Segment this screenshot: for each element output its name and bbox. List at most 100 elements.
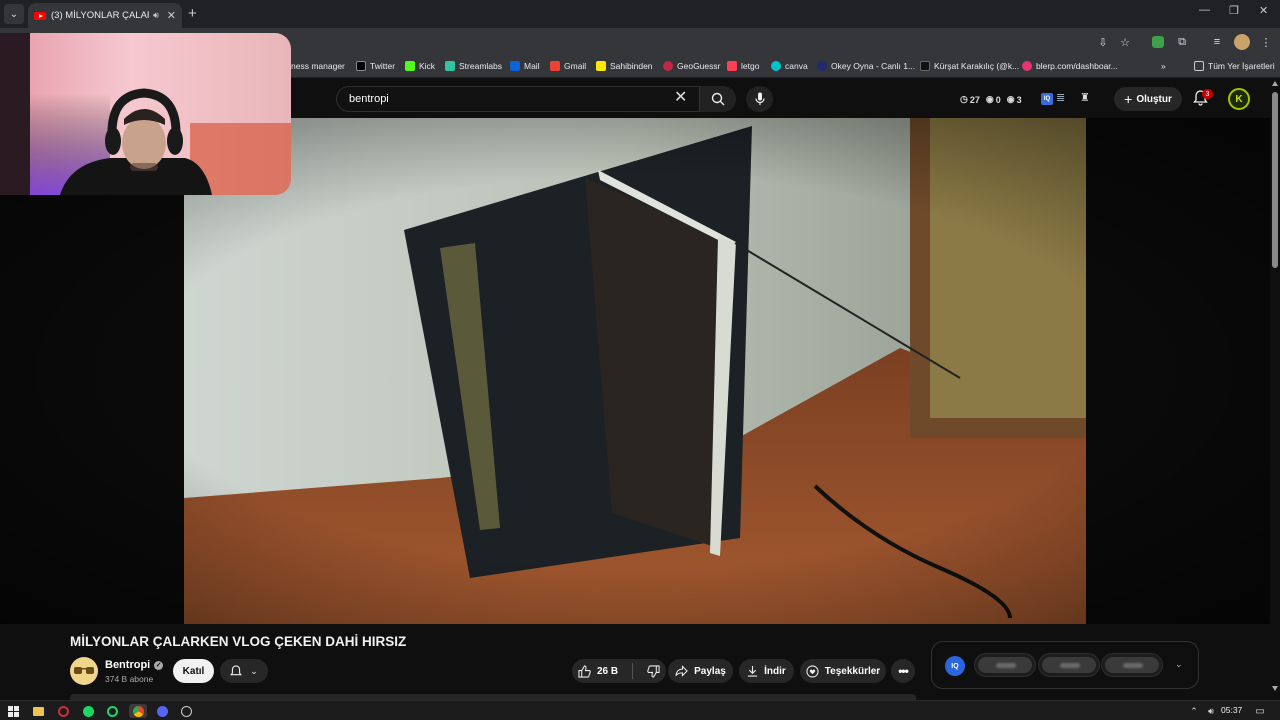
thanks-button[interactable]: Teşekkürler	[800, 659, 886, 683]
outlook-icon	[510, 61, 520, 71]
scroll-up-arrow-icon[interactable]	[1272, 81, 1278, 86]
media-control-icon[interactable]: ≡	[1209, 34, 1225, 50]
create-button[interactable]: + Oluştur	[1114, 87, 1182, 111]
taskbar-clock[interactable]: 05:37	[1221, 705, 1242, 715]
restore-icon[interactable]: ❐	[1229, 4, 1239, 17]
bookmark-item[interactable]: Mail	[510, 61, 540, 71]
okey-icon	[817, 61, 827, 71]
bookmark-item[interactable]: letgo	[727, 61, 759, 71]
whatsapp-icon[interactable]	[105, 704, 119, 718]
iq-extension-icon[interactable]: IQ	[1041, 93, 1053, 105]
youtube-favicon-icon	[34, 11, 46, 20]
bookmark-item[interactable]: Sahibinden	[596, 61, 653, 71]
obs-icon[interactable]	[179, 704, 193, 718]
notification-count-badge: 3	[1202, 89, 1213, 99]
bookmark-item[interactable]: GeoGuessr	[663, 61, 720, 71]
browser-tab-strip: ⌄ (3) MİLYONLAR ÇALARKEN 🔊︎ ✕ + — ❐ ✕	[0, 0, 1280, 28]
new-tab-button[interactable]: +	[188, 5, 197, 22]
active-tab[interactable]: (3) MİLYONLAR ÇALARKEN 🔊︎ ✕	[28, 3, 182, 28]
tab-title: (3) MİLYONLAR ÇALARKEN	[51, 10, 149, 21]
bookmark-item[interactable]: Gmail	[550, 61, 586, 71]
like-count: 26 B	[596, 665, 619, 677]
bookmark-item[interactable]: Kürşat Karakılıç (@k...	[920, 61, 1019, 71]
chrome-icon[interactable]	[129, 704, 147, 718]
join-button[interactable]: Katıl	[173, 659, 214, 683]
close-window-icon[interactable]: ✕	[1259, 4, 1268, 17]
file-explorer-icon[interactable]	[31, 704, 45, 718]
bookmark-item[interactable]: Streamlabs	[445, 61, 502, 71]
opera-icon[interactable]	[56, 704, 70, 718]
watch-stat: ◷ 27	[960, 94, 980, 105]
create-label: Oluştur	[1136, 93, 1172, 105]
sunglasses-logo-icon	[74, 667, 94, 674]
more-bookmarks-icon[interactable]: »	[1161, 61, 1166, 71]
channel-avatar[interactable]	[70, 657, 98, 685]
more-actions-button[interactable]: •••	[891, 659, 915, 683]
discord-icon[interactable]	[155, 704, 169, 718]
account-avatar[interactable]: K	[1228, 88, 1250, 110]
streamlabs-icon	[445, 61, 455, 71]
blurred-value	[1123, 663, 1143, 668]
kick-icon	[405, 61, 415, 71]
sahibinden-icon	[596, 61, 606, 71]
bookmark-item[interactable]: blerp.com/dashboar...	[1022, 61, 1118, 71]
scrollbar-thumb[interactable]	[1272, 92, 1278, 268]
bookmark-item[interactable]: Twitter	[356, 61, 395, 71]
search-input[interactable]: bentropi	[336, 86, 700, 112]
divider	[632, 663, 634, 679]
bookmark-star-icon[interactable]: ☆	[1117, 34, 1133, 50]
search-button[interactable]	[700, 86, 736, 112]
bookmark-item[interactable]: canva	[771, 61, 808, 71]
tray-overflow-icon[interactable]: ⌃	[1187, 704, 1201, 718]
plus-icon: +	[1124, 91, 1133, 107]
chevron-down-icon: ⌄	[250, 665, 258, 676]
download-button[interactable]: İndir	[739, 659, 794, 683]
speaker-icon[interactable]: 🔊︎	[153, 10, 159, 21]
bell-icon	[230, 664, 243, 675]
minimize-icon[interactable]: —	[1199, 4, 1210, 16]
spotify-icon[interactable]	[81, 704, 95, 718]
bookmark-item[interactable]: isiness manager	[283, 61, 345, 71]
folder-icon	[1194, 61, 1204, 71]
thumbs-down-icon[interactable]	[647, 664, 660, 678]
shield-extension-icon[interactable]	[1150, 34, 1166, 50]
page-scrollbar[interactable]	[1270, 78, 1280, 698]
trophy-icon[interactable]: ♜	[1080, 91, 1090, 104]
notification-center-icon[interactable]: ▭	[1253, 704, 1267, 718]
volume-icon[interactable]: 🔊︎	[1204, 704, 1218, 718]
webcam-overlay	[0, 33, 291, 195]
verified-badge-icon: ✓	[154, 660, 164, 670]
download-label: İndir	[764, 665, 786, 677]
share-arrow-icon	[675, 665, 688, 677]
geoguessr-icon	[663, 61, 673, 71]
list-extension-icon[interactable]: ≣	[1056, 91, 1065, 104]
bookmark-item[interactable]: Kick	[405, 61, 435, 71]
tiktok-icon	[920, 61, 930, 71]
letgo-icon	[727, 61, 737, 71]
extensions-puzzle-icon[interactable]: ⧉	[1174, 34, 1190, 50]
tab-search-button[interactable]: ⌄	[4, 4, 24, 24]
iq-slot[interactable]	[1039, 654, 1099, 676]
menu-kebab-icon[interactable]: ⋮	[1258, 34, 1274, 50]
channel-name[interactable]: Bentropi ✓	[105, 659, 164, 671]
clear-search-icon[interactable]: ✕	[674, 90, 687, 106]
like-button[interactable]: 26 B	[578, 664, 619, 678]
voice-search-button[interactable]	[746, 86, 773, 112]
all-bookmarks[interactable]: Tüm Yer İşaretleri	[1194, 61, 1275, 71]
iq-slot[interactable]	[1102, 654, 1162, 676]
windows-taskbar: ⌃ 🔊︎ 05:37 ▭	[0, 700, 1280, 720]
windows-start-icon[interactable]	[6, 704, 20, 718]
iq-slot[interactable]	[975, 654, 1035, 676]
subscription-notifications-button[interactable]: ⌄	[220, 659, 268, 683]
close-tab-icon[interactable]: ✕	[167, 9, 176, 22]
extension-stats: ◷ 27 ◉ 0 ◉ 3	[960, 94, 1022, 105]
views-stat: ◉ 0	[985, 94, 1001, 105]
install-app-icon[interactable]: ⇩	[1095, 34, 1111, 50]
scroll-down-arrow-icon[interactable]	[1272, 686, 1278, 691]
profile-avatar-icon[interactable]	[1234, 34, 1250, 50]
iq-logo-icon: IQ	[945, 656, 965, 676]
bookmark-item[interactable]: Okey Oyna - Canlı 1...	[817, 61, 915, 71]
share-button[interactable]: Paylaş	[668, 659, 733, 683]
chevron-down-icon[interactable]: ⌄	[1175, 659, 1183, 670]
microphone-icon	[754, 92, 765, 105]
